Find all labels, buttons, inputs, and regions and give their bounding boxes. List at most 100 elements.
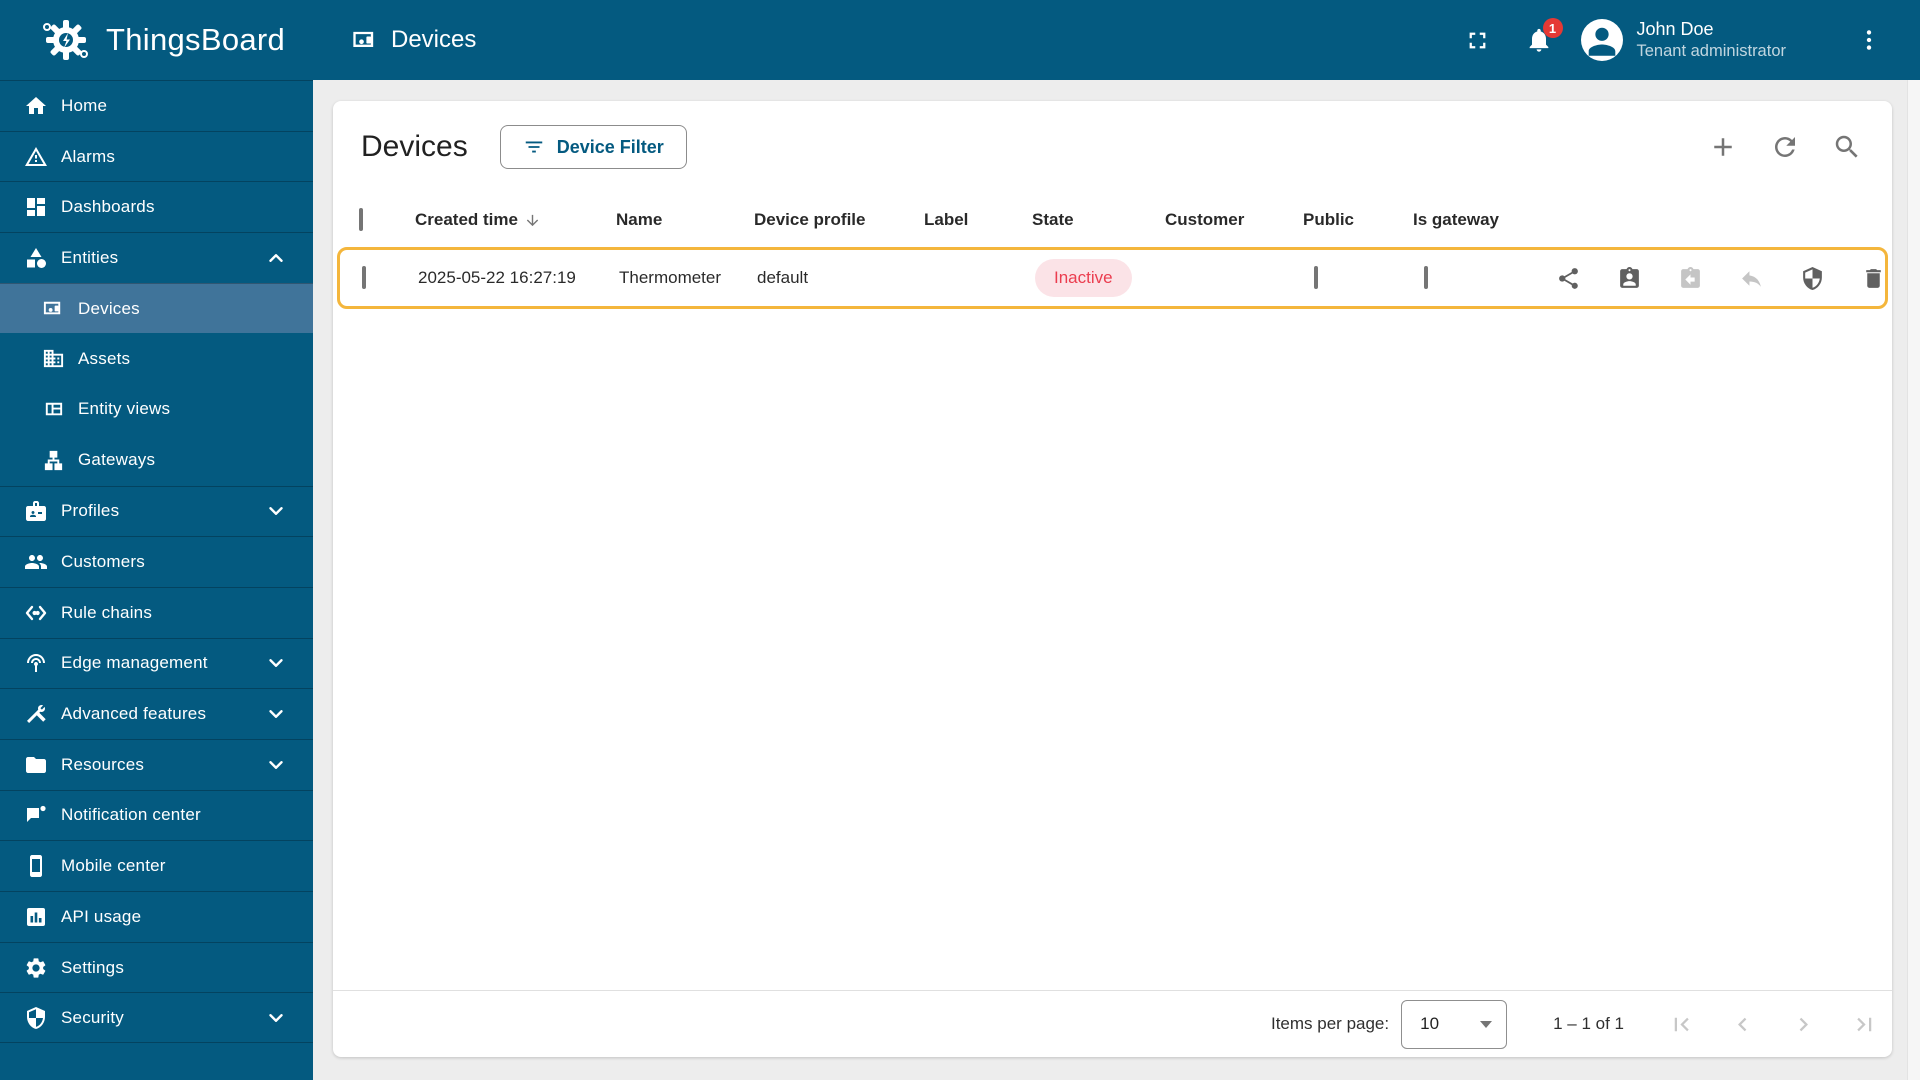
status-badge: Inactive: [1035, 259, 1132, 297]
phone-icon: [24, 854, 48, 878]
select-all-checkbox[interactable]: [359, 208, 363, 231]
card-toolbar: Devices Device Filter: [333, 101, 1892, 193]
sidebar-item-label: Resources: [61, 754, 145, 774]
sidebar-item-alarms[interactable]: Alarms: [0, 130, 313, 182]
home-icon: [24, 94, 48, 118]
delete-button[interactable]: [1861, 266, 1886, 291]
sidebar-item-gateways[interactable]: Gateways: [0, 435, 313, 486]
sidebar-item-label: API usage: [61, 906, 142, 926]
sidebar-item-settings[interactable]: Settings: [0, 941, 313, 993]
is-gateway-checkbox[interactable]: [1424, 266, 1428, 289]
column-header-device-profile[interactable]: Device profile: [754, 210, 924, 230]
column-header-public[interactable]: Public: [1303, 210, 1413, 230]
cell-name: Thermometer: [619, 268, 722, 287]
sidebar-item-devices[interactable]: Devices: [0, 282, 313, 334]
assign-customer-button[interactable]: [1617, 266, 1642, 291]
manage-credentials-button[interactable]: [1678, 266, 1703, 291]
delete-icon: [1861, 266, 1886, 291]
user-name: John Doe: [1636, 19, 1714, 40]
filter-icon: [523, 136, 545, 158]
gear-icon: [24, 956, 48, 980]
paginator: Items per page: 10 1 – 1 of 1: [333, 990, 1892, 1057]
chevron-down-icon: [265, 652, 287, 674]
add-device-button[interactable]: [1708, 132, 1738, 162]
avatar-person-icon: [1581, 19, 1623, 61]
page-range-label: 1 – 1 of 1: [1553, 1014, 1624, 1033]
badge-icon: [24, 499, 48, 523]
table-row[interactable]: 2025-05-22 16:27:19 Thermometer default …: [337, 247, 1888, 309]
first-page-button[interactable]: [1668, 1011, 1695, 1038]
avatar[interactable]: [1580, 19, 1623, 61]
sidebar-item-entities[interactable]: Entities: [0, 232, 313, 283]
scrollbar[interactable]: [1907, 80, 1920, 1080]
sidebar-item-assets[interactable]: Assets: [0, 333, 313, 384]
chevron-up-icon: [265, 247, 287, 269]
view-grid-icon: [41, 397, 65, 421]
sidebar-item-mobile-center[interactable]: Mobile center: [0, 840, 313, 891]
sidebar-item-security[interactable]: Security: [0, 992, 313, 1044]
sidebar-item-rule-chains[interactable]: Rule chains: [0, 586, 313, 638]
page-title: Devices: [361, 130, 468, 163]
row-checkbox[interactable]: [362, 266, 366, 289]
manage-credentials-icon: [1678, 266, 1703, 291]
device-filter-button[interactable]: Device Filter: [499, 125, 687, 169]
public-checkbox[interactable]: [1314, 266, 1318, 289]
cell-device-profile: default: [757, 268, 809, 287]
device-filter-label: Device Filter: [556, 136, 664, 157]
items-per-page-value: 10: [1420, 1014, 1440, 1033]
assign-customer-icon: [1617, 266, 1642, 291]
column-header-customer[interactable]: Customer: [1165, 210, 1303, 230]
column-header-state[interactable]: State: [1032, 210, 1165, 230]
column-header-label[interactable]: Label: [924, 210, 1032, 230]
dashboard-icon: [24, 195, 48, 219]
more-menu-button[interactable]: [1856, 27, 1882, 53]
sidebar-item-customers[interactable]: Customers: [0, 536, 313, 587]
chevron-down-icon: [265, 754, 287, 776]
sidebar-item-home[interactable]: Home: [0, 80, 313, 131]
search-icon: [1832, 132, 1862, 162]
column-header-created-time[interactable]: Created time: [415, 210, 616, 230]
sidebar-item-api-usage[interactable]: API usage: [0, 891, 313, 942]
items-per-page-select[interactable]: 10: [1401, 999, 1508, 1049]
add-icon: [1708, 132, 1738, 162]
chevron-down-icon: [265, 1007, 287, 1029]
column-header-is-gateway[interactable]: Is gateway: [1413, 210, 1553, 230]
sidebar-item-profiles[interactable]: Profiles: [0, 485, 313, 537]
sidebar-item-label: Dashboards: [61, 197, 155, 217]
security-button[interactable]: [1800, 266, 1825, 291]
sidebar-item-label: Alarms: [61, 146, 116, 166]
sidebar-item-edge-management[interactable]: Edge management: [0, 637, 313, 689]
app-logo[interactable]: ThingsBoard: [40, 14, 313, 66]
share-icon: [1556, 266, 1581, 291]
sidebar-item-label: Advanced features: [61, 704, 207, 724]
share-button[interactable]: [1556, 266, 1581, 291]
search-button[interactable]: [1832, 132, 1862, 162]
sidebar-item-label: Home: [61, 95, 108, 115]
sidebar-item-label: Security: [61, 1007, 125, 1027]
unassign-button[interactable]: [1739, 266, 1764, 291]
category-icon: [24, 246, 48, 270]
previous-page-button[interactable]: [1729, 1011, 1756, 1038]
fullscreen-icon: [1464, 27, 1491, 54]
sidebar-item-advanced-features[interactable]: Advanced features: [0, 688, 313, 739]
row-actions: [1556, 266, 1900, 291]
user-role: Tenant administrator: [1636, 41, 1787, 60]
devices-icon: [41, 297, 65, 321]
app-name: ThingsBoard: [106, 22, 286, 57]
sidebar-item-dashboards[interactable]: Dashboards: [0, 181, 313, 232]
next-page-icon: [1790, 1011, 1817, 1038]
refresh-button[interactable]: [1770, 132, 1800, 162]
sidebar-item-label: Mobile center: [61, 856, 166, 876]
fullscreen-button[interactable]: [1464, 27, 1491, 54]
chevron-down-icon: [265, 500, 287, 522]
items-per-page-label: Items per page:: [1270, 1014, 1390, 1033]
sidebar-item-notification-center[interactable]: Notification center: [0, 789, 313, 841]
next-page-button[interactable]: [1790, 1011, 1817, 1038]
breadcrumb[interactable]: Devices: [351, 26, 476, 54]
last-page-button[interactable]: [1851, 1011, 1878, 1038]
column-header-name[interactable]: Name: [616, 210, 754, 230]
sidebar-item-label: Notification center: [61, 805, 201, 825]
sidebar-item-resources[interactable]: Resources: [0, 738, 313, 790]
sidebar-item-entity-views[interactable]: Entity views: [0, 384, 313, 435]
last-page-icon: [1851, 1011, 1878, 1038]
